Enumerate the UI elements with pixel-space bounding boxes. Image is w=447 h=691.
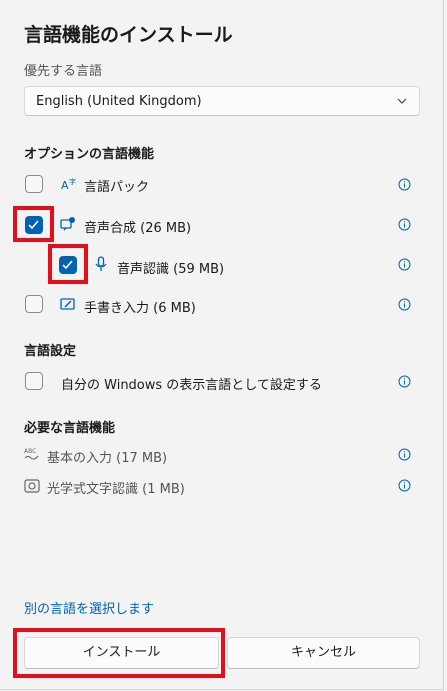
highlight-box-text-to-speech	[13, 206, 54, 242]
required-row-ocr: 光学式文字認識 (1 MB)	[0, 470, 443, 500]
info-icon[interactable]	[398, 218, 411, 231]
choose-another-language-link[interactable]: 別の言語を選択します	[24, 598, 154, 617]
highlight-box-speech-recognition	[48, 244, 88, 284]
text-to-speech-icon	[60, 217, 75, 231]
cancel-button[interactable]: キャンセル	[227, 637, 420, 669]
preferred-language-label: 優先する言語	[24, 64, 103, 79]
feature-row-handwriting: 手書き入力 (6 MB)	[0, 289, 443, 319]
handwriting-label: 手書き入力 (6 MB)	[84, 301, 196, 316]
basic-typing-label: 基本の入力 (17 MB)	[47, 451, 168, 466]
display-language-label: 自分の Windows の表示言語として設定する	[61, 378, 322, 393]
preferred-language-dropdown[interactable]: English (United Kingdom)	[24, 86, 420, 116]
language-pack-checkbox[interactable]	[25, 175, 43, 193]
handwriting-checkbox[interactable]	[25, 295, 43, 313]
ocr-icon	[24, 479, 40, 493]
microphone-icon	[95, 256, 107, 271]
ocr-label: 光学式文字認識 (1 MB)	[47, 482, 185, 497]
language-pack-label: 言語パック	[84, 180, 150, 195]
feature-row-text-to-speech: 音声合成 (26 MB)	[0, 209, 443, 239]
language-icon: A 字	[61, 177, 76, 192]
preferred-language-value: English (United Kingdom)	[36, 94, 202, 109]
highlight-box-install-button	[13, 628, 225, 678]
optional-features-heading: オプションの言語機能	[24, 147, 155, 162]
svg-text:字: 字	[69, 177, 76, 186]
handwriting-icon	[60, 298, 75, 310]
setting-row-display-language: 自分の Windows の表示言語として設定する	[0, 366, 443, 396]
info-icon[interactable]	[398, 479, 411, 492]
install-language-features-panel: 言語機能のインストール 優先する言語 English (United Kingd…	[0, 0, 444, 690]
text-to-speech-label: 音声合成 (26 MB)	[84, 221, 192, 236]
info-icon[interactable]	[398, 258, 411, 271]
feature-row-language-pack: A 字 言語パック	[0, 169, 443, 199]
chevron-down-icon	[397, 98, 407, 104]
language-settings-heading: 言語設定	[24, 344, 77, 359]
dialog-title: 言語機能のインストール	[24, 24, 233, 46]
info-icon[interactable]	[398, 178, 411, 191]
required-features-heading: 必要な言語機能	[24, 421, 116, 436]
info-icon[interactable]	[398, 298, 411, 311]
required-row-basic-typing: ABC 基本の入力 (17 MB)	[0, 439, 443, 469]
speech-recognition-label: 音声認識 (59 MB)	[117, 262, 225, 277]
svg-text:ABC: ABC	[24, 448, 36, 455]
info-icon[interactable]	[398, 375, 411, 388]
basic-typing-icon: ABC	[24, 448, 39, 460]
svg-text:A: A	[61, 179, 69, 192]
info-icon[interactable]	[398, 448, 411, 461]
display-language-checkbox[interactable]	[25, 372, 43, 390]
